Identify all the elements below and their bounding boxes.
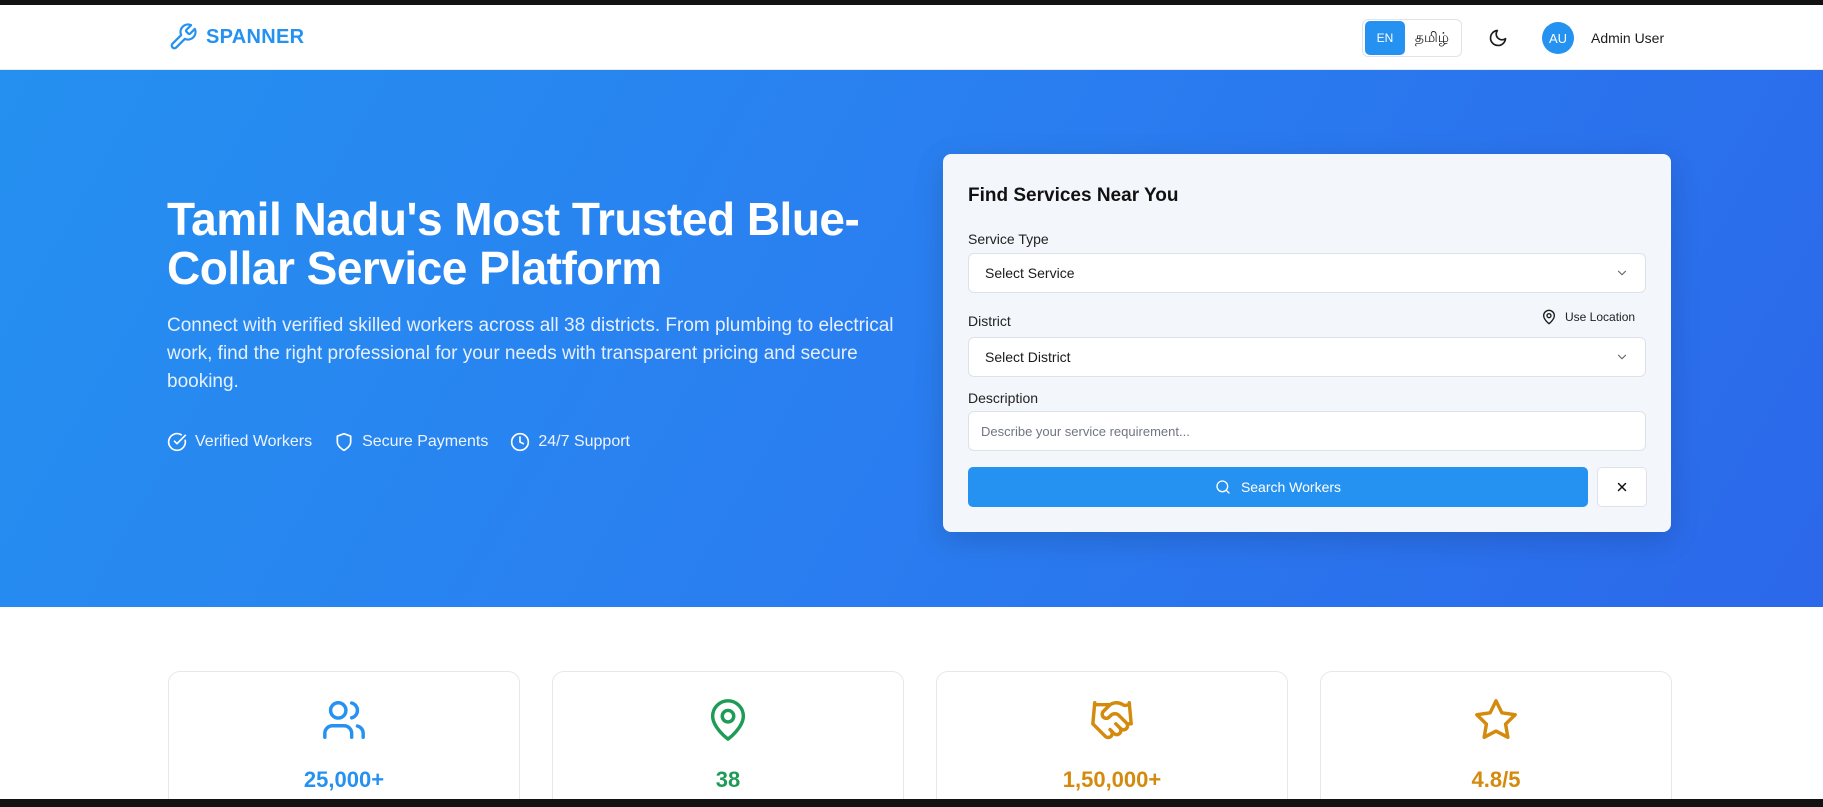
users-icon [323,701,365,739]
search-card-title: Find Services Near You [968,185,1179,206]
page: SPANNER EN தமிழ் AU Admin User Tamil Nad… [0,5,1823,799]
stat-card-districts: 38 [552,671,904,799]
lang-en-button[interactable]: EN [1365,21,1405,55]
brand-logo[interactable]: SPANNER [168,22,304,52]
handshake-icon [1091,701,1133,740]
user-name[interactable]: Admin User [1591,30,1664,46]
search-workers-button[interactable]: Search Workers [968,467,1588,507]
feature-list: Verified Workers Secure Payments 24/7 Su… [167,432,630,452]
use-location-button[interactable]: Use Location [1541,309,1635,325]
map-pin-icon [710,699,746,741]
hero-title: Tamil Nadu's Most Trusted Blue-Collar Se… [167,193,860,294]
hero-section: Tamil Nadu's Most Trusted Blue-Collar Se… [0,70,1823,607]
description-label: Description [968,390,1039,406]
stat-value: 1,50,000+ [1062,767,1162,792]
stat-card-rating: 4.8/5 [1320,671,1672,799]
avatar[interactable]: AU [1542,22,1574,54]
service-type-label: Service Type [968,231,1049,247]
star-icon [1475,699,1517,740]
feature-support: 24/7 Support [510,432,630,452]
moon-icon[interactable] [1488,28,1508,48]
description-input[interactable] [968,411,1646,451]
clear-button[interactable] [1597,467,1647,507]
use-location-label: Use Location [1565,310,1636,324]
brand-name: SPANNER [206,25,305,48]
bottom-frame-bar [0,799,1823,807]
service-type-select[interactable]: Select Service [968,253,1646,293]
shield-icon [336,432,352,452]
feature-secure: Secure Payments [334,432,488,452]
feature-verified: Verified Workers [167,432,312,452]
close-icon [1617,482,1627,492]
district-select[interactable]: Select District [968,337,1646,377]
stat-value: 25,000+ [303,767,385,792]
hero-subtitle: Connect with verified skilled workers ac… [167,315,894,392]
wrench-icon [170,23,197,50]
district-label: District [968,313,1011,329]
top-navbar: SPANNER EN தமிழ் AU Admin User [0,5,1823,70]
feature-label: 24/7 Support [538,433,630,450]
stat-card-workers: 25,000+ [168,671,520,799]
stat-value: 38 [715,767,741,792]
district-value: Select District [985,349,1071,365]
stat-value: 4.8/5 [1471,767,1521,792]
chevron-down-icon [1617,270,1627,276]
search-card: Find Services Near You Service Type Sele… [943,154,1671,532]
feature-label: Secure Payments [362,433,489,450]
stat-card-bookings: 1,50,000+ [936,671,1288,799]
lang-tamil-button[interactable]: தமிழ் [1405,29,1459,48]
language-toggle: EN தமிழ் [1362,19,1462,57]
search-icon [1216,480,1230,494]
map-pin-icon [1543,309,1555,325]
service-type-value: Select Service [985,265,1075,281]
check-circle-icon [167,432,187,452]
search-workers-label: Search Workers [1240,479,1342,495]
feature-label: Verified Workers [195,433,313,450]
clock-icon [511,432,530,452]
chevron-down-icon [1617,354,1627,360]
